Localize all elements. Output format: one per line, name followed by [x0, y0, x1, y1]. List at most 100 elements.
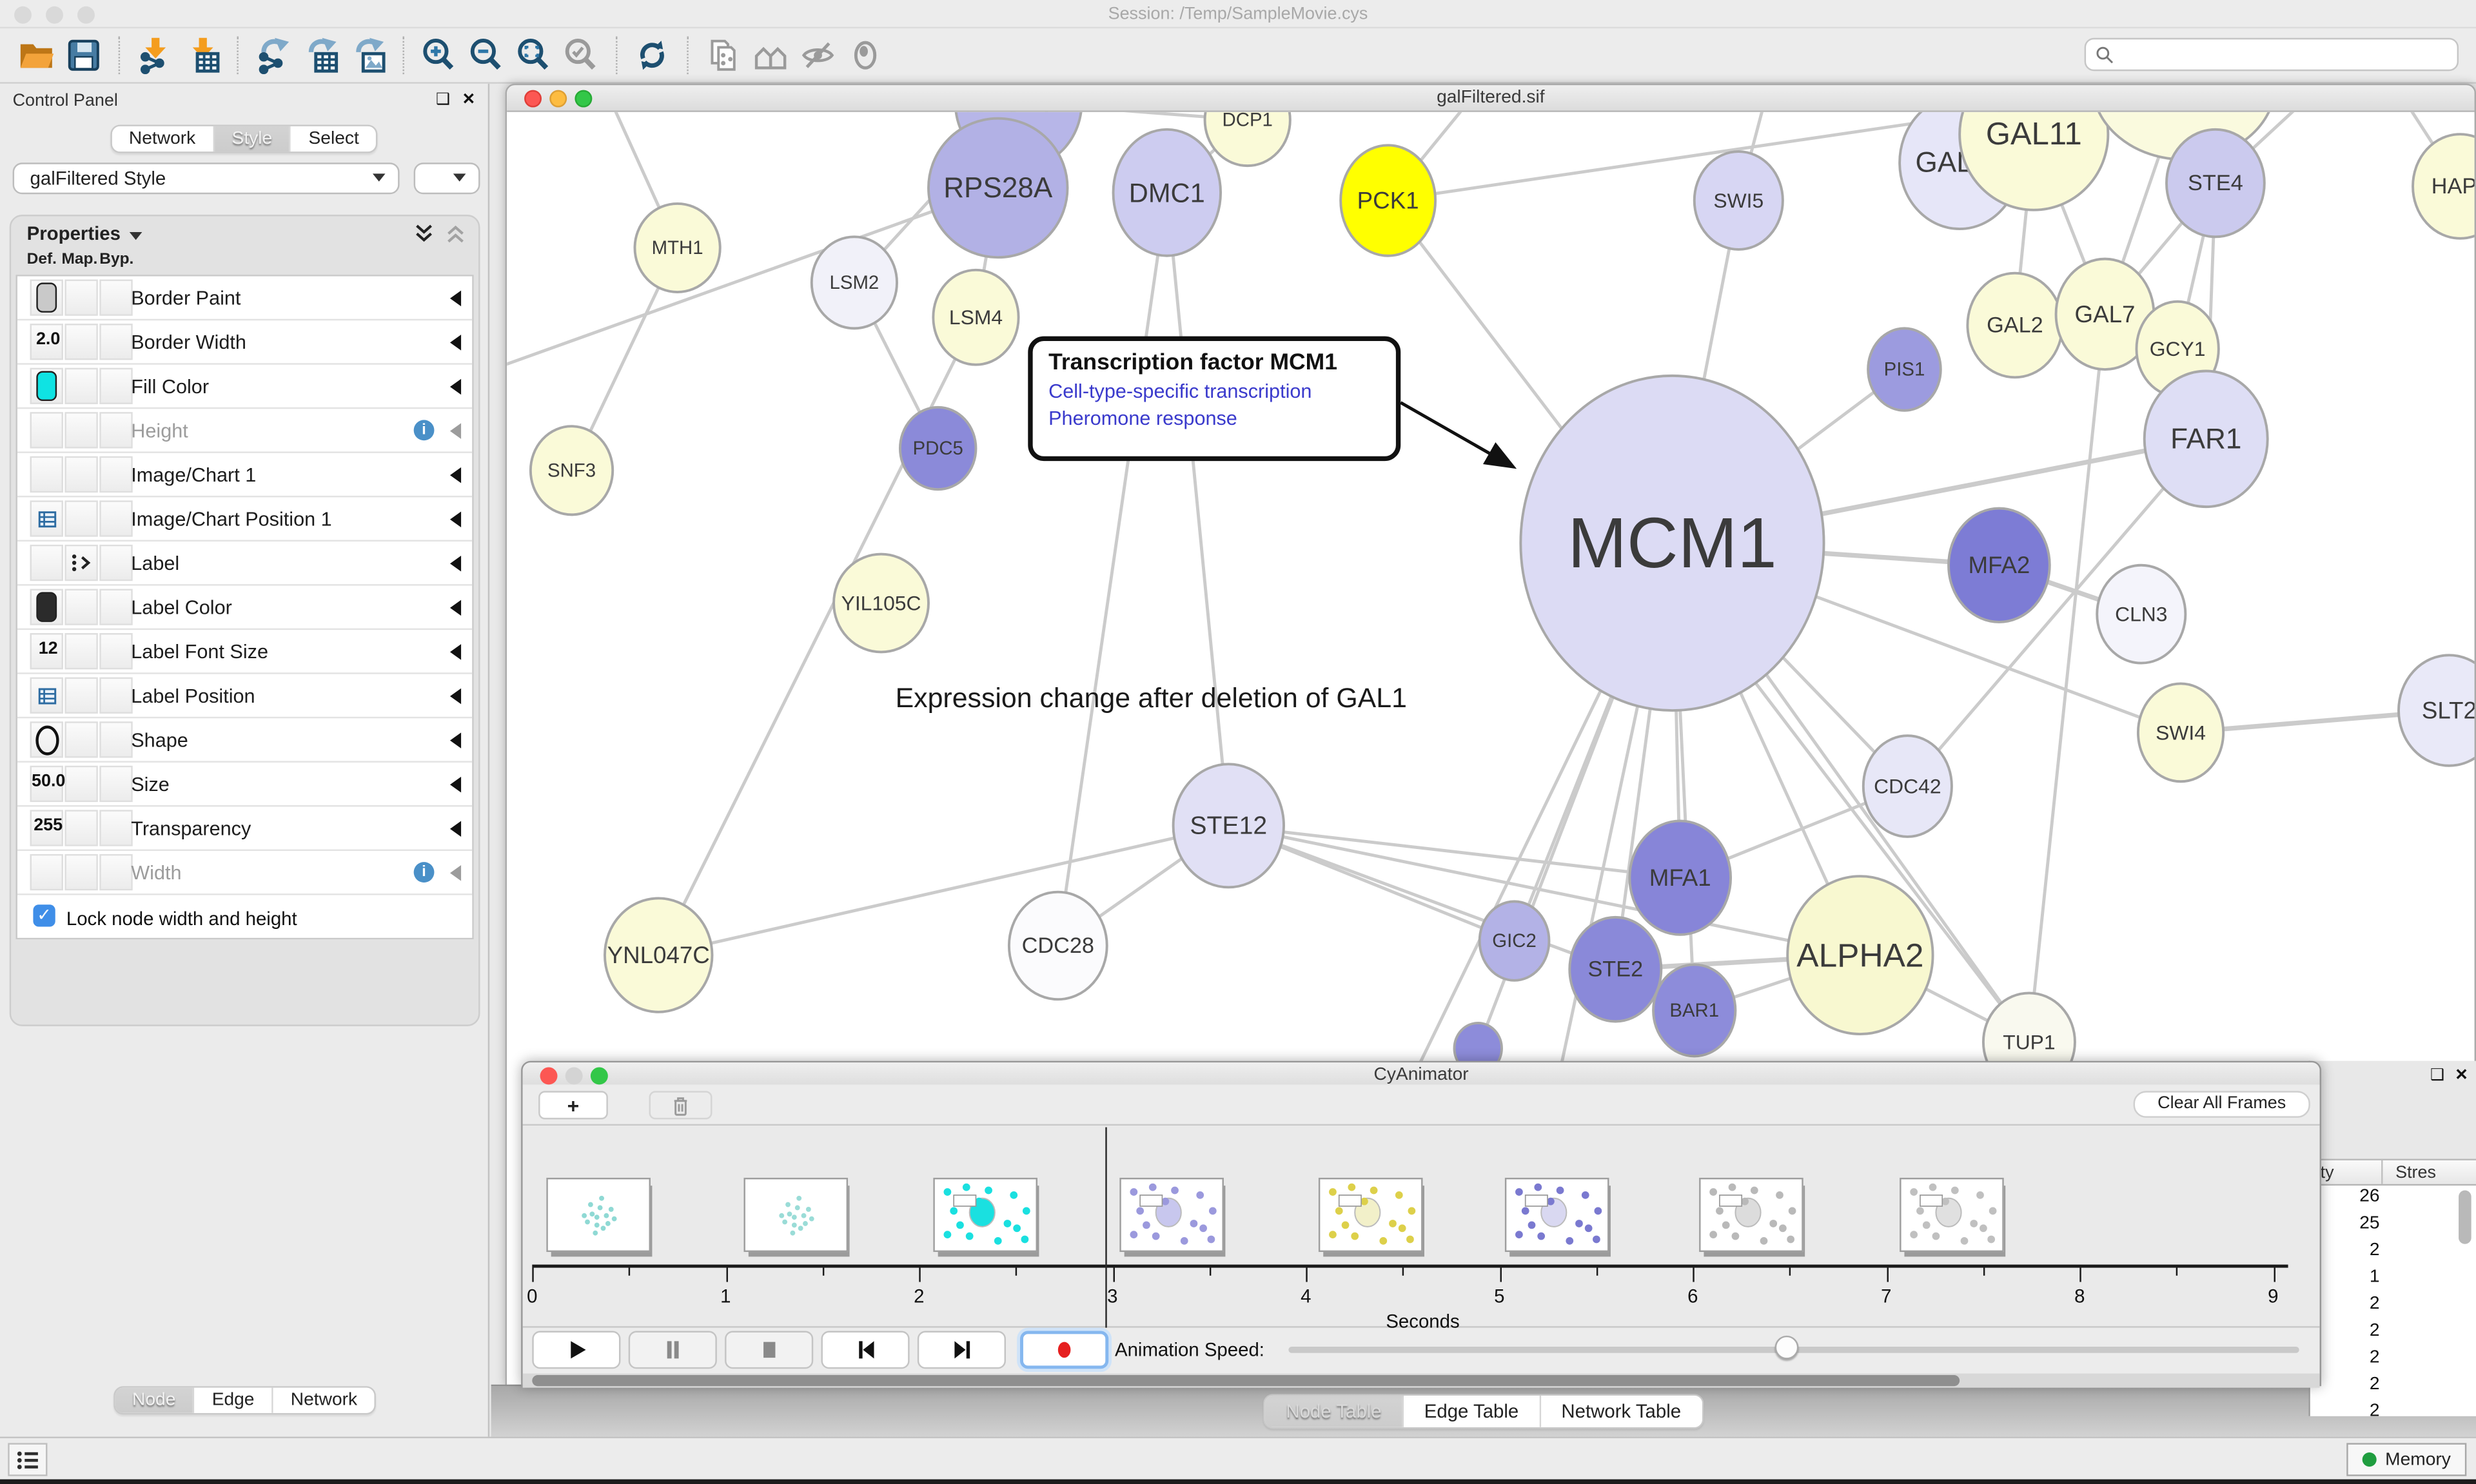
mapping-cell[interactable]: [64, 721, 97, 757]
mapping-cell[interactable]: [64, 678, 97, 714]
mapping-cell[interactable]: [64, 633, 97, 669]
mapping-cell[interactable]: [64, 456, 97, 493]
bypass-cell[interactable]: [99, 721, 132, 757]
bypass-cell[interactable]: [99, 456, 132, 493]
import-table-button[interactable]: [179, 32, 226, 79]
default-value-cell[interactable]: [30, 545, 63, 581]
style-options-button[interactable]: [414, 162, 480, 194]
expand-row-icon[interactable]: [450, 821, 461, 836]
expand-row-icon[interactable]: [450, 688, 461, 704]
mapping-cell[interactable]: [64, 412, 97, 448]
expand-row-icon[interactable]: [450, 291, 461, 306]
property-row-label-color[interactable]: Label Color: [17, 586, 472, 630]
slider-thumb[interactable]: [1775, 1336, 1799, 1360]
style-selector-dropdown[interactable]: galFiltered Style: [13, 162, 400, 194]
edge-DMC1-STE12[interactable]: [1167, 193, 1229, 826]
property-row-label-font-size[interactable]: 12Label Font Size: [17, 630, 472, 674]
clear-all-frames-button[interactable]: Clear All Frames: [2134, 1091, 2310, 1118]
bypass-cell[interactable]: [99, 412, 132, 448]
properties-header[interactable]: Properties: [11, 217, 478, 251]
timeline-frame-3[interactable]: [933, 1178, 1037, 1252]
timeline-scrollbar[interactable]: [523, 1374, 2320, 1388]
expand-row-icon[interactable]: [450, 644, 461, 659]
bypass-cell[interactable]: [99, 368, 132, 404]
info-icon[interactable]: i: [414, 420, 435, 440]
default-value-cell[interactable]: [30, 589, 63, 625]
bypass-cell[interactable]: [99, 678, 132, 714]
property-row-label-position[interactable]: Label Position: [17, 674, 472, 719]
mapping-icon[interactable]: [64, 545, 97, 581]
expand-row-icon[interactable]: [450, 511, 461, 527]
lock-checkbox[interactable]: ✓: [33, 904, 55, 926]
close-panel-icon[interactable]: ✕: [462, 92, 476, 109]
table-row[interactable]: 1: [2310, 1266, 2476, 1293]
info-icon[interactable]: i: [414, 862, 435, 883]
table-row[interactable]: 25: [2310, 1213, 2476, 1240]
mapping-cell[interactable]: [64, 854, 97, 890]
bypass-cell[interactable]: [99, 324, 132, 360]
zoom-fit-button[interactable]: [510, 32, 557, 79]
save-session-button[interactable]: [60, 32, 107, 79]
bypass-cell[interactable]: [99, 766, 132, 802]
skip-start-button[interactable]: [821, 1331, 909, 1369]
property-row-transparency[interactable]: 255Transparency: [17, 806, 472, 851]
column-header[interactable]: Stres: [2395, 1164, 2436, 1182]
float-panel-icon[interactable]: ❑: [436, 92, 450, 109]
expand-row-icon[interactable]: [450, 335, 461, 350]
collapse-all-icon[interactable]: [446, 222, 466, 249]
mapping-cell[interactable]: [64, 324, 97, 360]
annotation-link[interactable]: Cell-type-specific transcription: [1048, 380, 1380, 402]
default-value-cell[interactable]: 12: [30, 633, 63, 669]
default-value-cell[interactable]: [30, 456, 63, 493]
property-row-image-chart-position-1[interactable]: Image/Chart Position 1: [17, 497, 472, 542]
default-value-cell[interactable]: [30, 854, 63, 890]
table-row[interactable]: 2: [2310, 1239, 2476, 1266]
default-value-cell[interactable]: 50.0: [30, 766, 63, 802]
mapping-cell[interactable]: [64, 589, 97, 625]
network-window-title-bar[interactable]: galFiltered.sif: [507, 85, 2474, 112]
float-panel-icon[interactable]: ❑: [2430, 1068, 2444, 1085]
expand-row-icon[interactable]: [450, 556, 461, 571]
expand-row-icon[interactable]: [450, 777, 461, 792]
position-icon[interactable]: [30, 678, 63, 714]
zoom-out-button[interactable]: [463, 32, 510, 79]
mapping-cell[interactable]: [64, 766, 97, 802]
add-frame-button[interactable]: +: [538, 1091, 608, 1119]
table-row[interactable]: 2: [2310, 1400, 2476, 1416]
search-field[interactable]: [2085, 38, 2459, 71]
timeline-frame-1[interactable]: [546, 1178, 651, 1252]
expand-row-icon[interactable]: [450, 379, 461, 395]
mapping-cell[interactable]: [64, 500, 97, 536]
export-image-button[interactable]: [344, 32, 391, 79]
default-value-cell[interactable]: [30, 412, 63, 448]
tab-network[interactable]: Network: [273, 1388, 375, 1413]
property-row-border-paint[interactable]: Border Paint: [17, 277, 472, 321]
timeline-frame-7[interactable]: [1699, 1178, 1803, 1252]
property-row-height[interactable]: Heighti: [17, 409, 472, 453]
default-value-cell[interactable]: [30, 368, 63, 404]
tab-network[interactable]: Network: [112, 126, 215, 151]
edge-GAL7-TUP1[interactable]: [2029, 314, 2105, 1042]
results-table-body[interactable]: 26252122222: [2310, 1186, 2476, 1416]
annotation-link[interactable]: Pheromone response: [1048, 407, 1380, 429]
expand-row-icon[interactable]: [450, 467, 461, 483]
delete-frame-button[interactable]: [649, 1091, 712, 1119]
timeline-frame-6[interactable]: [1505, 1178, 1609, 1252]
mapping-cell[interactable]: [64, 279, 97, 315]
default-value-cell[interactable]: 255: [30, 810, 63, 846]
tab-node[interactable]: Node: [115, 1388, 195, 1413]
bypass-cell[interactable]: [99, 810, 132, 846]
property-row-shape[interactable]: Shape: [17, 718, 472, 763]
timeline-frame-5[interactable]: [1319, 1178, 1423, 1252]
bypass-cell[interactable]: [99, 500, 132, 536]
cyanimator-timeline[interactable]: Seconds 0123456789: [523, 1126, 2320, 1327]
play-button[interactable]: [532, 1331, 620, 1369]
tab-edge-table[interactable]: Edge Table: [1404, 1396, 1541, 1427]
table-row[interactable]: 26: [2310, 1186, 2476, 1213]
tab-style[interactable]: Style: [215, 126, 291, 151]
expand-row-icon[interactable]: [450, 865, 461, 881]
expand-row-icon[interactable]: [450, 423, 461, 438]
bypass-cell[interactable]: [99, 279, 132, 315]
table-row[interactable]: 2: [2310, 1374, 2476, 1401]
open-session-button[interactable]: [13, 32, 60, 79]
